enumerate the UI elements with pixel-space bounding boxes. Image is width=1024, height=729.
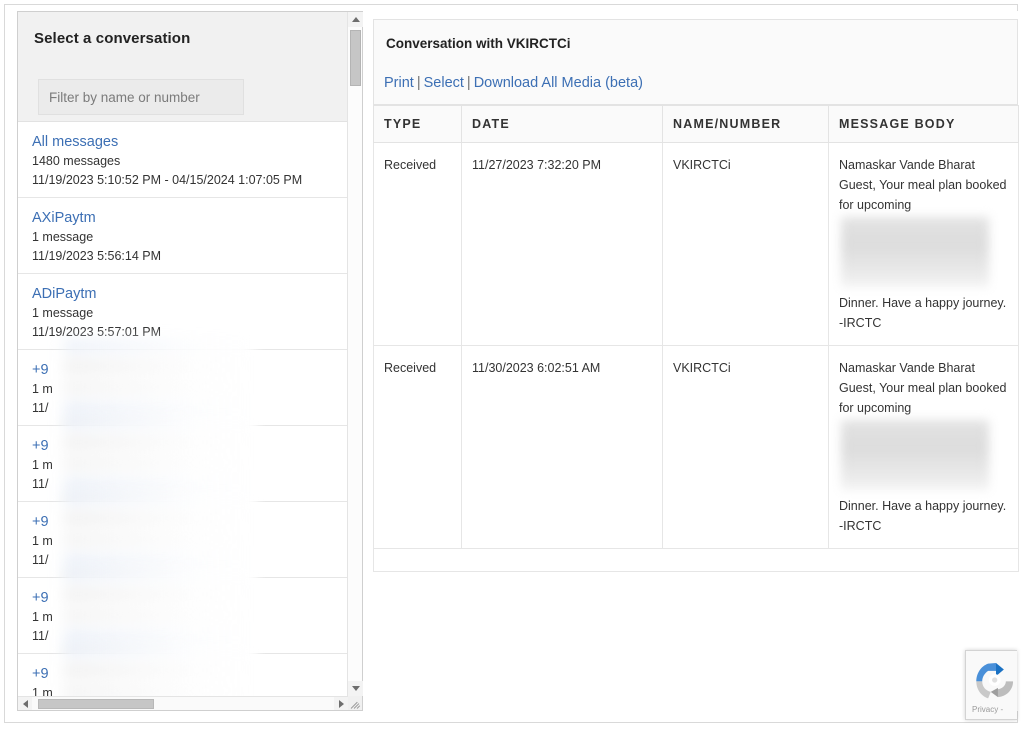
- conversation-detail-panel: Conversation with VKIRCTCi Print | Select |…: [373, 11, 1019, 711]
- column-header-type[interactable]: TYPE: [373, 105, 462, 143]
- list-item[interactable]: All messages 1480 messages 11/19/2023 5:…: [18, 122, 348, 198]
- list-item[interactable]: +9 1 m 11/: [18, 416, 348, 512]
- download-all-media-link[interactable]: Download All Media (beta): [474, 75, 643, 91]
- conversation-date-range: 11/: [32, 401, 49, 415]
- conversation-date-range: 11/19/2023 5:57:01 PM: [32, 325, 162, 339]
- list-item[interactable]: +9 1 m 11/: [18, 340, 348, 436]
- conversation-name[interactable]: +9: [32, 360, 336, 380]
- conversation-list[interactable]: All messages 1480 messages 11/19/2023 5:…: [18, 122, 348, 696]
- column-header-name[interactable]: NAME/NUMBER: [662, 105, 829, 143]
- conversation-date-range: 11/19/2023 5:56:14 PM: [32, 249, 162, 263]
- cell-message-body: Namaskar Vande Bharat Guest, Your meal p…: [828, 345, 1019, 549]
- recaptcha-badge[interactable]: Privacy -: [965, 650, 1017, 720]
- cell-name: VKIRCTCi: [662, 345, 829, 549]
- table-footer-cell: [373, 548, 1019, 572]
- list-item[interactable]: +9 1 m 11/: [18, 568, 348, 664]
- conversation-message-count: 1 m: [32, 534, 53, 548]
- column-header-body[interactable]: MESSAGE BODY: [828, 105, 1019, 143]
- resize-grip-icon[interactable]: [348, 696, 362, 710]
- cell-type: Received: [373, 345, 462, 549]
- scroll-up-arrow-icon[interactable]: [348, 12, 363, 27]
- conversation-date-range: 11/: [32, 477, 49, 491]
- horizontal-scrollbar-thumb[interactable]: [38, 699, 154, 709]
- list-item[interactable]: +9 1 m 11/: [18, 644, 348, 696]
- conversation-date-range: 11/: [32, 553, 49, 567]
- recaptcha-logo-icon: [976, 662, 1014, 699]
- conversation-message-count: 1 message: [32, 230, 94, 244]
- scroll-right-arrow-icon[interactable]: [334, 697, 348, 710]
- redaction-blur: [841, 217, 989, 287]
- conversation-list-panel: Select a conversation All messages 1480 …: [17, 11, 363, 711]
- list-item[interactable]: +9 1 m 11/: [18, 492, 348, 588]
- table-row[interactable]: Received 11/30/2023 6:02:51 AM VKIRCTCi …: [373, 345, 1019, 549]
- table-header-row: TYPE DATE NAME/NUMBER MESSAGE BODY: [373, 105, 1019, 143]
- messages-table: TYPE DATE NAME/NUMBER MESSAGE BODY Recei…: [373, 105, 1019, 572]
- cell-name: VKIRCTCi: [662, 142, 829, 346]
- list-item[interactable]: ADiPaytm 1 message 11/19/2023 5:57:01 PM: [18, 274, 348, 350]
- list-item[interactable]: AXiPaytm 1 message 11/19/2023 5:56:14 PM: [18, 198, 348, 274]
- conversation-date-range: 11/: [32, 629, 49, 643]
- cell-date: 11/27/2023 7:32:20 PM: [461, 142, 663, 346]
- select-link[interactable]: Select: [424, 75, 464, 91]
- column-header-date[interactable]: DATE: [461, 105, 663, 143]
- message-body-text-after: Dinner. Have a happy journey. -IRCTC: [839, 296, 1007, 330]
- action-separator: |: [466, 75, 471, 91]
- conversation-name[interactable]: AXiPaytm: [32, 208, 336, 228]
- conversation-name[interactable]: +9: [32, 512, 336, 532]
- conversation-actions: Print | Select | Download All Media (beta): [384, 75, 643, 91]
- recaptcha-privacy-label[interactable]: Privacy -: [972, 705, 1003, 714]
- conversation-message-count: 1 m: [32, 458, 53, 472]
- page-frame: Select a conversation All messages 1480 …: [4, 4, 1019, 723]
- scroll-left-arrow-icon[interactable]: [18, 697, 32, 710]
- message-body-text-after: Dinner. Have a happy journey. -IRCTC: [839, 499, 1007, 533]
- cell-type: Received: [373, 142, 462, 346]
- conversation-message-count: 1 m: [32, 610, 53, 624]
- scroll-down-arrow-icon[interactable]: [348, 681, 363, 696]
- conversation-name[interactable]: ADiPaytm: [32, 284, 336, 304]
- message-body-text-before: Namaskar Vande Bharat Guest, Your meal p…: [839, 361, 1007, 415]
- conversation-name[interactable]: All messages: [32, 132, 336, 152]
- cell-date: 11/30/2023 6:02:51 AM: [461, 345, 663, 549]
- horizontal-scrollbar[interactable]: [18, 696, 362, 710]
- conversation-message-count: 1 m: [32, 382, 53, 396]
- conversation-message-count: 1 m: [32, 686, 53, 696]
- message-body-text-before: Namaskar Vande Bharat Guest, Your meal p…: [839, 158, 1007, 212]
- redaction-blur: [841, 420, 989, 490]
- conversation-message-count: 1 message: [32, 306, 94, 320]
- table-footer-row: [373, 548, 1019, 572]
- conversation-message-count: 1480 messages: [32, 154, 121, 168]
- vertical-scrollbar[interactable]: [347, 12, 363, 696]
- conversation-name[interactable]: +9: [32, 436, 336, 456]
- page-title: Select a conversation: [34, 30, 191, 47]
- action-separator: |: [416, 75, 421, 91]
- print-link[interactable]: Print: [384, 75, 414, 91]
- conversation-date-range: 11/19/2023 5:10:52 PM - 04/15/2024 1:07:…: [32, 173, 303, 187]
- conversation-title: Conversation with VKIRCTCi: [386, 36, 571, 51]
- filter-input[interactable]: [38, 79, 244, 115]
- table-row[interactable]: Received 11/27/2023 7:32:20 PM VKIRCTCi …: [373, 142, 1019, 346]
- conversation-name[interactable]: +9: [32, 664, 336, 684]
- conversation-detail-header: Conversation with VKIRCTCi Print | Select |…: [373, 19, 1018, 105]
- conversation-list-header: Select a conversation: [18, 12, 348, 122]
- conversation-name[interactable]: +9: [32, 588, 336, 608]
- cell-message-body: Namaskar Vande Bharat Guest, Your meal p…: [828, 142, 1019, 346]
- vertical-scrollbar-thumb[interactable]: [350, 30, 361, 86]
